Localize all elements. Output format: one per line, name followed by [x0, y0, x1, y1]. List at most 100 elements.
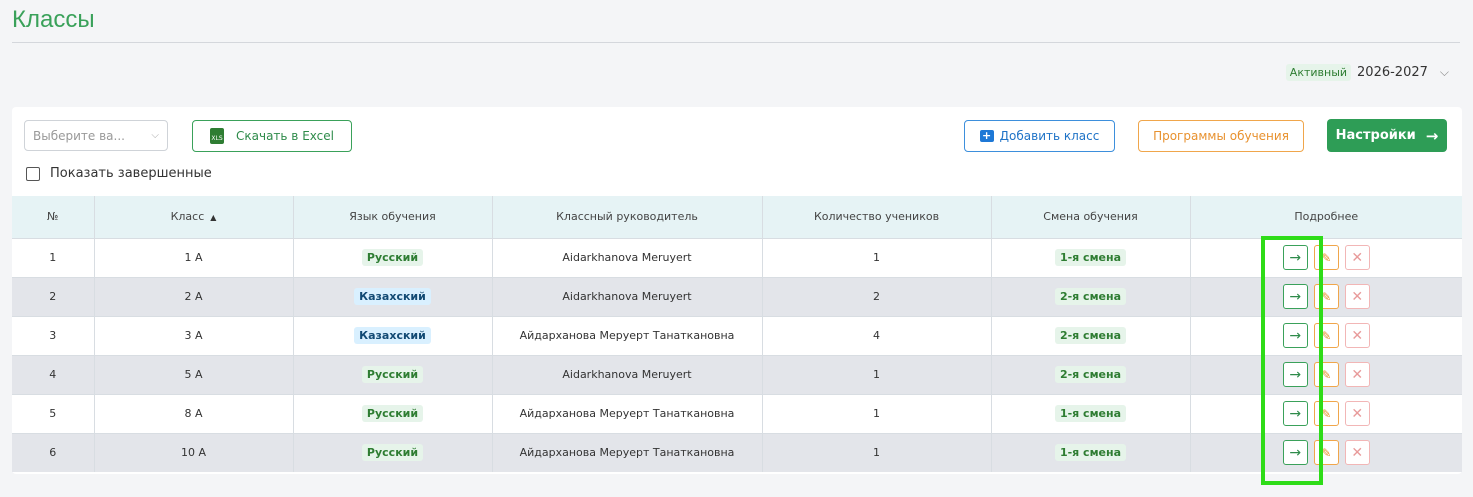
header-number: № [12, 196, 95, 238]
arrow-right-icon: → [1289, 327, 1302, 344]
academic-year-selector[interactable]: Активный 2026-2027 ⌵ [1285, 64, 1449, 81]
cell-class: 2 A [94, 276, 294, 316]
cell-shift: 1-я смена [991, 432, 1191, 472]
delete-class-button[interactable]: ✕ [1344, 401, 1370, 426]
edit-class-button[interactable]: ✎ [1313, 284, 1339, 309]
open-class-button[interactable]: → [1282, 323, 1308, 348]
open-class-button[interactable]: → [1282, 362, 1308, 387]
cell-shift: 2-я смена [991, 315, 1191, 355]
table-header-row: № Класс ▲ Язык обучения Классный руководи… [12, 196, 1462, 238]
language-badge: Русский [361, 366, 424, 383]
cell-actions: → ✎ ✕ [1190, 432, 1462, 472]
table-row: 22 A Казахский Aidarkhanova Meruyert 2 2-я с… [12, 276, 1462, 316]
cell-actions: → ✎ ✕ [1190, 276, 1462, 316]
sort-asc-icon: ▲ [210, 213, 217, 223]
add-class-button[interactable]: + Добавить класс [964, 120, 1115, 152]
arrow-right-icon: → [1425, 126, 1439, 145]
table-row: 45 A Русский Aidarkhanova Meruyert 1 2-я сме… [12, 354, 1462, 394]
delete-class-button[interactable]: ✕ [1344, 362, 1370, 387]
cell-actions: → ✎ ✕ [1190, 315, 1462, 355]
header-student-count: Количество учеников [762, 196, 992, 238]
excel-icon: XLS [210, 128, 224, 144]
cell-shift: 2-я смена [991, 276, 1191, 316]
cell-class: 10 A [94, 432, 294, 472]
settings-button[interactable]: Настройки → [1327, 119, 1447, 152]
cell-class: 5 A [94, 354, 294, 394]
cell-shift: 1-я смена [991, 393, 1191, 433]
classes-table: № Класс ▲ Язык обучения Классный руководи… [12, 196, 1462, 472]
cell-student-count: 2 [762, 276, 992, 316]
cell-student-count: 4 [762, 315, 992, 355]
close-icon: ✕ [1351, 327, 1364, 344]
delete-class-button[interactable]: ✕ [1344, 323, 1370, 348]
header-class-label: Класс [170, 210, 205, 224]
delete-class-button[interactable]: ✕ [1344, 440, 1370, 466]
cell-teacher: Айдарханова Меруерт Танаткановна [492, 393, 763, 433]
cell-language: Русский [293, 432, 493, 472]
classes-card: Выберите ва... ⌵ XLS Скачать в Excel + Д… [12, 107, 1462, 474]
title-divider [12, 42, 1460, 43]
language-badge: Русский [361, 444, 424, 462]
cell-teacher: Aidarkhanova Meruyert [492, 354, 763, 394]
filter-select[interactable]: Выберите ва... ⌵ [24, 120, 168, 151]
close-icon: ✕ [1351, 288, 1364, 305]
cell-number: 2 [12, 276, 95, 316]
add-folder-icon: + [979, 130, 994, 142]
cell-actions: → ✎ ✕ [1190, 237, 1462, 277]
header-shift: Смена обучения [991, 196, 1191, 238]
header-class[interactable]: Класс ▲ [94, 196, 294, 238]
shift-badge: 1-я смена [1054, 405, 1127, 422]
pencil-icon: ✎ [1321, 406, 1332, 421]
open-class-button[interactable]: → [1282, 284, 1308, 309]
cell-teacher: Айдарханова Меруерт Танаткановна [492, 432, 763, 472]
cell-student-count: 1 [762, 393, 992, 433]
add-class-label: Добавить класс [999, 129, 1100, 143]
edit-class-button[interactable]: ✎ [1313, 440, 1339, 466]
language-badge: Русский [361, 249, 424, 266]
language-badge: Русский [361, 405, 424, 422]
arrow-right-icon: → [1289, 288, 1302, 305]
table-row: 33 A Казахский Айдарханова Меруерт Танатка… [12, 315, 1462, 355]
cell-number: 1 [12, 237, 95, 277]
cell-number: 4 [12, 354, 95, 394]
chevron-down-icon: ⌵ [151, 130, 159, 141]
pencil-icon: ✎ [1321, 367, 1332, 382]
pencil-icon: ✎ [1321, 445, 1332, 460]
open-class-button[interactable]: → [1282, 401, 1308, 426]
cell-language: Казахский [293, 315, 493, 355]
delete-class-button[interactable]: ✕ [1344, 284, 1370, 309]
year-status-badge: Активный [1285, 64, 1352, 81]
cell-teacher: Айдарханова Меруерт Танаткановна [492, 315, 763, 355]
cell-teacher: Aidarkhanova Meruyert [492, 276, 763, 316]
download-excel-button[interactable]: XLS Скачать в Excel [192, 120, 352, 152]
edit-class-button[interactable]: ✎ [1313, 245, 1339, 270]
show-finished-toggle[interactable]: Показать завершенные [26, 166, 212, 181]
edit-class-button[interactable]: ✎ [1313, 401, 1339, 426]
cell-language: Русский [293, 354, 493, 394]
table-row: 58 A Русский Айдарханова Меруерт Танаткано… [12, 393, 1462, 433]
edit-class-button[interactable]: ✎ [1313, 362, 1339, 387]
arrow-right-icon: → [1289, 405, 1302, 422]
edit-class-button[interactable]: ✎ [1313, 323, 1339, 348]
open-class-button[interactable]: → [1282, 245, 1308, 270]
cell-number: 3 [12, 315, 95, 355]
cell-shift: 2-я смена [991, 354, 1191, 394]
cell-student-count: 1 [762, 432, 992, 472]
close-icon: ✕ [1351, 366, 1364, 383]
download-excel-label: Скачать в Excel [236, 129, 334, 143]
chevron-down-icon: ⌵ [1439, 65, 1449, 79]
arrow-right-icon: → [1289, 366, 1302, 383]
cell-shift: 1-я смена [991, 237, 1191, 277]
delete-class-button[interactable]: ✕ [1344, 245, 1370, 270]
settings-label: Настройки [1335, 128, 1416, 143]
shift-badge: 2-я смена [1054, 288, 1127, 305]
cell-student-count: 1 [762, 237, 992, 277]
cell-class: 1 A [94, 237, 294, 277]
open-class-button[interactable]: → [1282, 440, 1308, 466]
arrow-right-icon: → [1289, 444, 1302, 461]
show-finished-label: Показать завершенные [50, 166, 212, 181]
header-teacher: Классный руководитель [492, 196, 763, 238]
close-icon: ✕ [1351, 444, 1364, 461]
programs-button[interactable]: Программы обучения [1138, 120, 1304, 152]
show-finished-checkbox[interactable] [26, 166, 40, 181]
